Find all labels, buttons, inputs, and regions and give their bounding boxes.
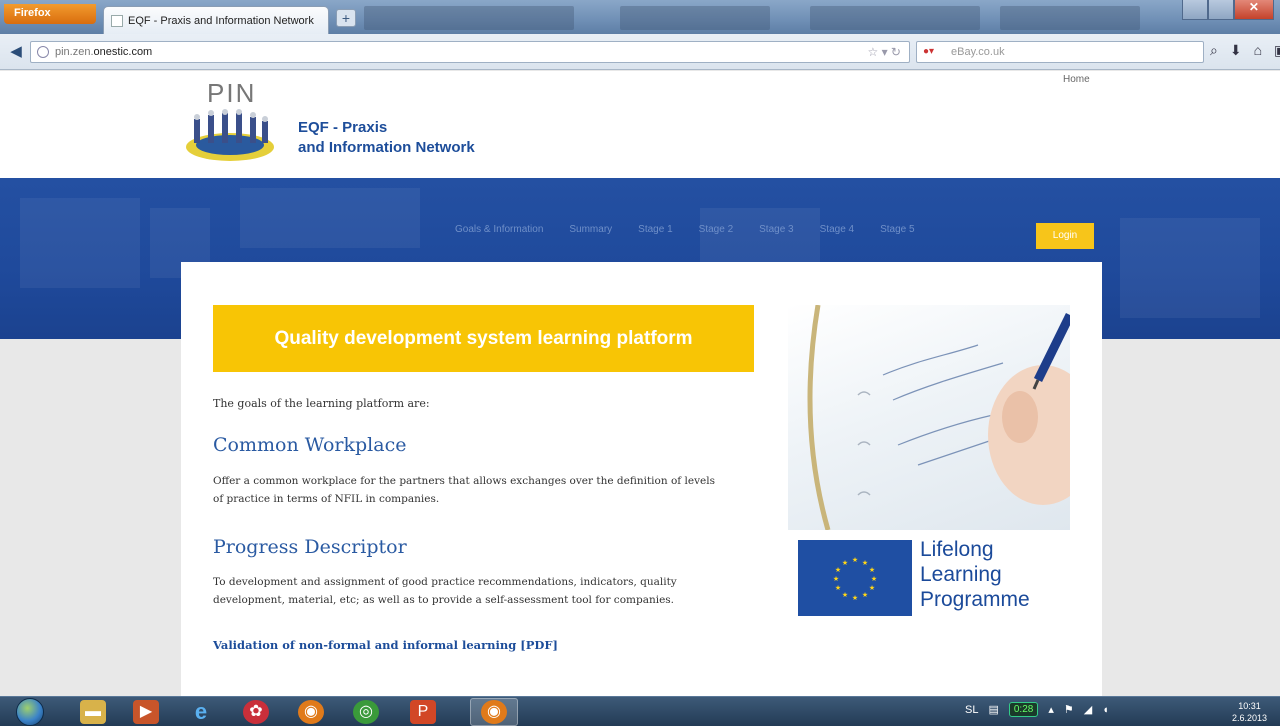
url-text: pin.zen.onestic.com <box>55 46 153 58</box>
search-engine-icon[interactable]: ●▾ <box>923 46 934 57</box>
svg-text:★: ★ <box>871 575 877 583</box>
nav-item-stage-5[interactable]: Stage 5 <box>880 224 914 235</box>
login-button[interactable]: Login <box>1036 223 1094 249</box>
site-title-line2: and Information Network <box>298 139 475 156</box>
app-icon[interactable]: ✿ <box>243 700 269 724</box>
address-bar[interactable]: pin.zen.onestic.com ☆ ▾ ↻ <box>30 41 910 63</box>
svg-text:★: ★ <box>852 556 858 564</box>
volume-icon[interactable]: ◖ <box>1102 704 1109 716</box>
tab-title: EQF - Praxis and Information Network <box>128 15 314 27</box>
chrome-icon[interactable]: ◎ <box>353 700 379 724</box>
llp-label: Lifelong Learning Programme <box>920 538 1030 611</box>
firefox-active-icon[interactable]: ◉ <box>481 700 507 724</box>
logo-emblem-icon[interactable] <box>184 109 276 165</box>
svg-text:★: ★ <box>842 559 848 567</box>
home-icon[interactable]: ⌂ <box>1254 42 1262 59</box>
svg-text:★: ★ <box>835 584 841 592</box>
pdf-download-link[interactable]: Validation of non-formal and informal le… <box>213 638 558 652</box>
system-clock[interactable]: 10:31 2.6.2013 <box>1232 700 1267 724</box>
svg-text:★: ★ <box>862 591 868 599</box>
firefox-icon[interactable]: ◉ <box>298 700 324 724</box>
notebook-illustration <box>807 305 1070 530</box>
back-arrow-icon[interactable]: ◀ <box>6 42 26 62</box>
background-tab[interactable] <box>620 6 770 30</box>
decorative-tile <box>1120 218 1260 318</box>
new-tab-button[interactable]: + <box>336 9 356 27</box>
nav-item-summary[interactable]: Summary <box>569 224 612 235</box>
network-icon[interactable]: ▤ <box>988 703 998 716</box>
logo-text: PIN <box>207 78 257 108</box>
background-tab[interactable] <box>364 6 574 30</box>
globe-icon <box>37 46 49 58</box>
site-title-line1: EQF - Praxis <box>298 119 388 136</box>
svg-text:★: ★ <box>833 575 839 583</box>
bookmark-star-icon[interactable]: ☆ ▾ ↻ <box>867 45 901 59</box>
toolbar-icons: ⌕ ⬇ ⌂ ▣ <box>1210 42 1280 59</box>
tray-expand-icon[interactable]: ▴ <box>1048 703 1054 716</box>
svg-text:★: ★ <box>842 591 848 599</box>
home-link[interactable]: Home <box>1063 74 1090 85</box>
page-favicon-icon <box>111 15 123 27</box>
browser-titlebar: Firefox EQF - Praxis and Information Net… <box>0 0 1280 34</box>
background-tab[interactable] <box>810 6 980 30</box>
explorer-folder-icon[interactable]: ▬ <box>80 700 106 724</box>
nav-item-stage-2[interactable]: Stage 2 <box>699 224 733 235</box>
notebook-photo <box>788 305 1070 530</box>
bookmarks-icon[interactable]: ▣ <box>1274 42 1280 59</box>
battery-indicator[interactable]: 0:28 <box>1008 702 1039 717</box>
close-window-button[interactable]: ✕ <box>1233 0 1274 20</box>
start-button[interactable] <box>16 698 44 726</box>
svg-text:★: ★ <box>835 566 841 574</box>
section-title-progress-descriptor: Progress Descriptor <box>213 536 407 558</box>
system-tray: SL ▤ 0:28 ▴ ⚑ ◢ ◖ <box>965 702 1109 717</box>
internet-explorer-icon[interactable]: e <box>188 700 214 724</box>
search-icon[interactable]: ⌕ <box>1210 42 1218 59</box>
section-title-common-workplace: Common Workplace <box>213 434 407 456</box>
download-icon[interactable]: ⬇ <box>1230 42 1242 59</box>
window-controls: ✕ <box>1182 0 1274 20</box>
nav-item-stage-1[interactable]: Stage 1 <box>638 224 672 235</box>
browser-tab-active[interactable]: EQF - Praxis and Information Network <box>103 6 329 34</box>
content-card: Quality development system learning plat… <box>181 262 1102 696</box>
search-input[interactable]: eBay.co.uk <box>951 46 1005 58</box>
main-navigation: Goals & Information Summary Stage 1 Stag… <box>455 224 941 235</box>
section-text-progress-descriptor: To development and assignment of good pr… <box>213 576 677 606</box>
decorative-tile <box>20 198 140 288</box>
browser-navbar: ◀ pin.zen.onestic.com ☆ ▾ ↻ ●▾ eBay.co.u… <box>0 34 1280 70</box>
svg-text:★: ★ <box>869 584 875 592</box>
svg-text:★: ★ <box>869 566 875 574</box>
flag-icon[interactable]: ⚑ <box>1064 703 1074 716</box>
intro-text: The goals of the learning platform are: <box>213 397 430 410</box>
page-banner: Quality development system learning plat… <box>213 305 754 372</box>
language-indicator[interactable]: SL <box>965 704 978 716</box>
site-title[interactable]: EQF - Praxis and Information Network <box>298 118 475 158</box>
svg-text:★: ★ <box>862 559 868 567</box>
web-page: PIN EQF - Praxis and Information Network… <box>0 71 1280 696</box>
signal-icon[interactable]: ◢ <box>1084 703 1092 716</box>
nav-item-stage-4[interactable]: Stage 4 <box>820 224 854 235</box>
windows-taskbar: ▬ ▶ e ✿ ◉ ◎ P ◉ SL ▤ 0:28 ▴ ⚑ ◢ ◖ 10:31 … <box>0 696 1280 726</box>
search-bar[interactable]: ●▾ eBay.co.uk <box>916 41 1204 63</box>
minimize-button[interactable] <box>1182 0 1208 20</box>
maximize-button[interactable] <box>1207 0 1234 20</box>
section-text-common-workplace: Offer a common workplace for the partner… <box>213 475 715 505</box>
firefox-menu-button[interactable]: Firefox <box>4 4 96 24</box>
media-player-icon[interactable]: ▶ <box>133 700 159 724</box>
site-header: PIN EQF - Praxis and Information Network… <box>0 71 1280 178</box>
powerpoint-icon[interactable]: P <box>410 700 436 724</box>
decorative-tile <box>240 188 420 248</box>
nav-item-stage-3[interactable]: Stage 3 <box>759 224 793 235</box>
background-tab[interactable] <box>1000 6 1140 30</box>
svg-text:★: ★ <box>852 594 858 602</box>
nav-item-goals[interactable]: Goals & Information <box>455 224 543 235</box>
eu-flag-icon: ★ ★★ ★★★ ★★★ ★★★ <box>798 540 912 616</box>
lifelong-learning-logo: ★ ★ ★ ★ ★ ★ ★ ★ ★ ★ ★ ★ Lifelong Learning Progra… <box>798 538 1088 620</box>
